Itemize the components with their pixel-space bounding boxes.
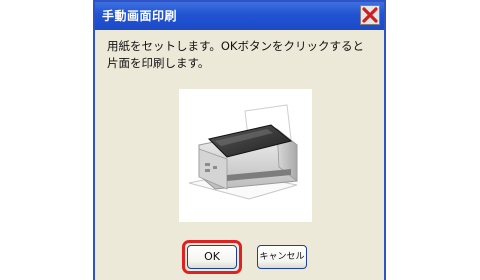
printer-icon	[188, 104, 298, 200]
close-button[interactable]	[360, 5, 380, 25]
message-line-2: 片面を印刷します。	[107, 56, 210, 70]
close-icon	[362, 7, 378, 23]
dialog-titlebar: 手動画面印刷	[95, 2, 384, 30]
ok-button[interactable]: OK	[187, 245, 237, 269]
message-line-1: 用紙をセットします。OKボタンをクリックすると	[107, 39, 364, 53]
printer-image	[179, 89, 312, 222]
dialog-title: 手動画面印刷	[102, 9, 178, 23]
dialog-message: 用紙をセットします。OKボタンをクリックすると 片面を印刷します。	[107, 38, 377, 72]
cancel-button[interactable]: キャンセル	[257, 245, 307, 269]
manual-print-dialog: 手動画面印刷 用紙をセットします。OKボタンをクリックすると 片面を印刷します。	[93, 0, 386, 280]
